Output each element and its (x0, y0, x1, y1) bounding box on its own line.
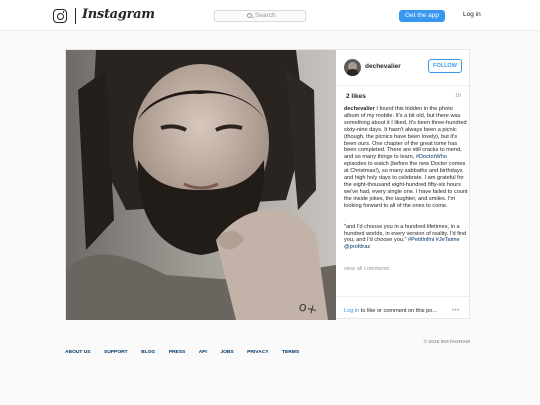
post-action-bar: Log in to like or comment on this po... … (336, 296, 471, 320)
caption-dot: . (344, 216, 346, 223)
like-count[interactable]: 2 likes (346, 93, 366, 100)
search-input[interactable]: Search (214, 10, 306, 22)
more-options-icon[interactable]: ••• (452, 308, 460, 314)
footer-link-api[interactable]: API (199, 350, 207, 355)
top-navigation-bar: Instagram Search Get the app Log in (0, 0, 540, 31)
mention-profdraz[interactable]: @profdraz (344, 244, 370, 250)
instagram-wordmark-logo[interactable]: Instagram (82, 7, 155, 22)
post-header: dechevalier FOLLOW (336, 50, 471, 86)
post-timestamp[interactable]: 1h (455, 93, 461, 99)
search-icon (247, 12, 252, 18)
post-sidebar: dechevalier FOLLOW 2 likes 1h dechevalie… (336, 50, 471, 320)
quote-caption: "and I'd choose you in a hundred lifetim… (344, 224, 469, 252)
footer-link-terms[interactable]: TERMS (282, 350, 299, 355)
post-username[interactable]: dechevalier (365, 63, 401, 70)
caption-text-part-2: episodes to watch (before the new Doctor… (344, 161, 468, 209)
hashtag-jetaime[interactable]: #JeTaime (436, 237, 460, 243)
login-prompt: Log in to like or comment on this po... (344, 308, 437, 314)
post-card: o+ dechevalier FOLLOW 2 likes 1h decheva… (65, 49, 471, 320)
instagram-camera-icon[interactable] (53, 9, 67, 23)
search-placeholder: Search (255, 12, 276, 19)
comments-section: dechevalier I found this hidden in the p… (344, 106, 469, 276)
footer-link-blog[interactable]: BLOG (141, 350, 155, 355)
hashtag-petitinfini[interactable]: #PetitInfini (408, 237, 434, 243)
copyright: © 2016 INSTAGRAM (423, 340, 470, 345)
footer-link-jobs[interactable]: JOBS (220, 350, 233, 355)
hashtag-doctorwho[interactable]: #DoctorWho (416, 154, 447, 160)
page-footer: ABOUT US SUPPORT BLOG PRESS API JOBS PRI… (65, 340, 470, 355)
footer-link-about-us[interactable]: ABOUT US (65, 350, 91, 355)
get-the-app-button[interactable]: Get the app (399, 10, 445, 22)
login-link[interactable]: Log in (463, 11, 481, 18)
footer-link-support[interactable]: SUPPORT (104, 350, 128, 355)
follow-button[interactable]: FOLLOW (428, 59, 462, 73)
view-all-comments-link[interactable]: view all comments (344, 266, 390, 273)
logo-divider (75, 8, 76, 24)
post-photo[interactable]: o+ (66, 50, 336, 320)
footer-links: ABOUT US SUPPORT BLOG PRESS API JOBS PRI… (65, 340, 308, 358)
caption-text-part-1: I found this hidden in the photo album o… (344, 106, 467, 161)
caption: dechevalier I found this hidden in the p… (344, 106, 469, 210)
login-to-comment-link[interactable]: Log in (344, 308, 359, 314)
footer-link-press[interactable]: PRESS (169, 350, 186, 355)
login-prompt-text: to like or comment on this po... (359, 308, 437, 314)
footer-link-privacy[interactable]: PRIVACY (247, 350, 268, 355)
user-avatar[interactable] (344, 59, 361, 76)
caption-username[interactable]: dechevalier (344, 106, 375, 112)
